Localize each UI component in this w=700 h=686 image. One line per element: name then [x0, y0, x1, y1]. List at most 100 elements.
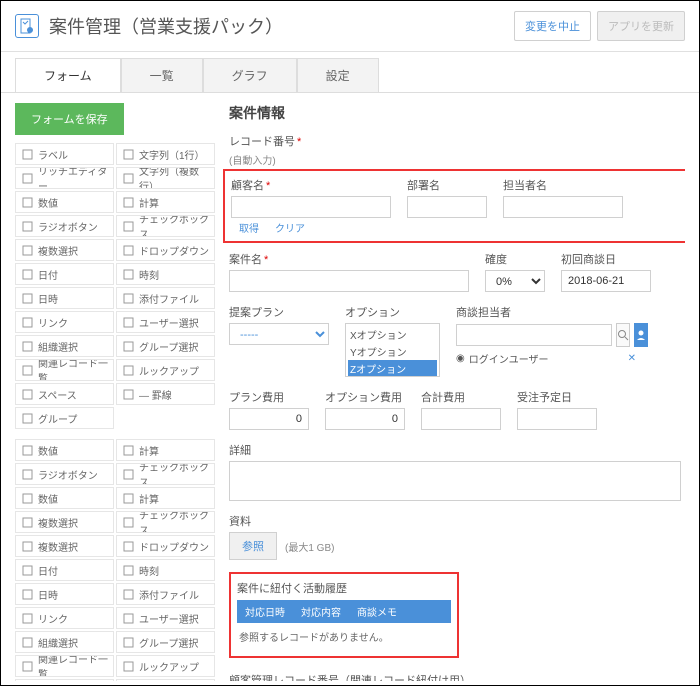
record-number-label: レコード番号*: [229, 133, 681, 149]
palette-item[interactable]: ユーザー選択: [116, 607, 215, 629]
palette-item[interactable]: 日時: [15, 583, 114, 605]
total-cost-input[interactable]: [421, 408, 501, 430]
palette-item[interactable]: リンク: [15, 311, 114, 333]
customer-input[interactable]: [231, 196, 391, 218]
palette-item[interactable]: グループ選択: [116, 631, 215, 653]
clear-link[interactable]: クリア: [267, 220, 305, 235]
palette-item[interactable]: ラジオボタン: [15, 463, 114, 485]
palette-item[interactable]: スペース: [15, 383, 114, 405]
palette-item[interactable]: 時刻: [116, 263, 215, 285]
org-icon: ◉: [456, 353, 465, 364]
sidebar: フォームを保存 ラベル文字列（1行）リッチエディター文字列（複数行）数値計算ラジ…: [15, 93, 219, 681]
section-title: 案件情報: [229, 103, 681, 123]
palette-item[interactable]: 添付ファイル: [116, 583, 215, 605]
dept-input[interactable]: [407, 196, 487, 218]
get-link[interactable]: 取得: [231, 220, 259, 235]
contact-input[interactable]: [503, 196, 623, 218]
option-list[interactable]: Xオプション Yオプション Zオプション: [345, 323, 440, 377]
palette-item[interactable]: 組織選択: [15, 335, 114, 357]
order-date-label: 受注予定日: [517, 389, 597, 405]
palette-item[interactable]: 日付: [15, 263, 114, 285]
palette-item[interactable]: 組織選択: [15, 631, 114, 653]
link-recno-label: 顧客管理レコード番号（関連レコード紐付け用）: [229, 672, 681, 681]
tab-form[interactable]: フォーム: [15, 58, 121, 92]
negotiator-label: 商談担当者: [456, 304, 636, 320]
palette-item[interactable]: 計算: [116, 191, 215, 213]
form-canvas: 案件情報 レコード番号* (自動入力) 顧客名* 取得 クリア 部署名: [219, 93, 685, 681]
palette-item[interactable]: 日時: [15, 287, 114, 309]
tab-graph[interactable]: グラフ: [203, 58, 297, 92]
app-icon: [15, 14, 39, 38]
contact-label: 担当者名: [503, 177, 623, 193]
customer-label: 顧客名*: [231, 177, 391, 193]
palette-item[interactable]: ドロップダウン: [116, 239, 215, 261]
remove-user-icon[interactable]: ✕: [628, 353, 636, 364]
option-z[interactable]: Zオプション: [348, 360, 437, 377]
palette-item[interactable]: チェックボックス: [116, 511, 215, 533]
palette-item[interactable]: ユーザー選択: [116, 311, 215, 333]
order-date-input[interactable]: [517, 408, 597, 430]
option-x[interactable]: Xオプション: [348, 326, 437, 343]
palette-item[interactable]: 時刻: [116, 559, 215, 581]
deal-input[interactable]: [229, 270, 469, 292]
activity-headers: 対応日時 対応内容 商談メモ: [237, 600, 451, 623]
tab-settings[interactable]: 設定: [297, 58, 379, 92]
update-app-button: アプリを更新: [597, 11, 685, 41]
plan-select[interactable]: -----: [229, 323, 329, 345]
palette-item[interactable]: ルックアップ: [116, 359, 215, 381]
save-form-button[interactable]: フォームを保存: [15, 103, 124, 135]
palette-item[interactable]: 計算: [116, 439, 215, 461]
palette-item[interactable]: ドロップダウン: [116, 535, 215, 557]
palette-item[interactable]: 数値: [15, 439, 114, 461]
palette-item[interactable]: 関連レコード一覧: [15, 655, 114, 677]
palette-item[interactable]: 文字列（複数行）: [116, 167, 215, 189]
palette-item[interactable]: グループ: [15, 407, 114, 429]
palette-item[interactable]: スペース: [15, 679, 114, 681]
login-user-chip: ◉ ログインユーザー ✕: [456, 351, 636, 366]
palette-item[interactable]: 関連レコード一覧: [15, 359, 114, 381]
activity-label: 案件に紐付く活動履歴: [237, 580, 451, 596]
palette-item[interactable]: チェックボックス: [116, 215, 215, 237]
prob-select[interactable]: 0%: [485, 270, 545, 292]
app-title: 案件管理（営業支援パック）: [49, 13, 508, 39]
ah-memo: 商談メモ: [349, 600, 405, 623]
palette-item[interactable]: 文字列（1行）: [116, 143, 215, 165]
palette-item[interactable]: 添付ファイル: [116, 287, 215, 309]
palette-item[interactable]: ルックアップ: [116, 655, 215, 677]
option-y[interactable]: Yオプション: [348, 343, 437, 360]
palette-item[interactable]: 数値: [15, 487, 114, 509]
tab-list[interactable]: 一覧: [121, 58, 203, 92]
palette-item[interactable]: 複数選択: [15, 511, 114, 533]
palette-item[interactable]: ラベル: [15, 143, 114, 165]
detail-textarea[interactable]: [229, 461, 681, 501]
opt-cost-input[interactable]: [325, 408, 405, 430]
palette-item[interactable]: 複数選択: [15, 535, 114, 557]
field-palette-1: ラベル文字列（1行）リッチエディター文字列（複数行）数値計算ラジオボタンチェック…: [15, 143, 215, 429]
dept-label: 部署名: [407, 177, 487, 193]
palette-item[interactable]: ラジオボタン: [15, 215, 114, 237]
deal-label: 案件名*: [229, 251, 469, 267]
palette-item[interactable]: リッチエディター: [15, 167, 114, 189]
palette-item[interactable]: グループ選択: [116, 335, 215, 357]
palette-item[interactable]: — 罫線: [116, 679, 215, 681]
palette-item[interactable]: 複数選択: [15, 239, 114, 261]
ah-content: 対応内容: [293, 600, 349, 623]
first-date-input[interactable]: [561, 270, 651, 292]
plan-cost-label: プラン費用: [229, 389, 309, 405]
search-user-button[interactable]: [616, 323, 630, 347]
palette-item[interactable]: リンク: [15, 607, 114, 629]
cancel-button[interactable]: 変更を中止: [514, 11, 591, 41]
total-cost-label: 合計費用: [421, 389, 501, 405]
palette-item[interactable]: 日付: [15, 559, 114, 581]
field-palette-2: 数値計算ラジオボタンチェックボックス数値計算複数選択チェックボックス複数選択ドロ…: [15, 439, 215, 681]
first-date-label: 初回商談日: [561, 251, 651, 267]
palette-item[interactable]: 数値: [15, 191, 114, 213]
negotiator-input[interactable]: [456, 324, 612, 346]
user-picker-button[interactable]: [634, 323, 648, 347]
palette-item[interactable]: — 罫線: [116, 383, 215, 405]
browse-button[interactable]: 参照: [229, 532, 277, 560]
activity-highlight-box: 案件に紐付く活動履歴 対応日時 対応内容 商談メモ 参照するレコードがありません…: [229, 572, 459, 658]
palette-item[interactable]: 計算: [116, 487, 215, 509]
plan-cost-input[interactable]: [229, 408, 309, 430]
palette-item[interactable]: チェックボックス: [116, 463, 215, 485]
